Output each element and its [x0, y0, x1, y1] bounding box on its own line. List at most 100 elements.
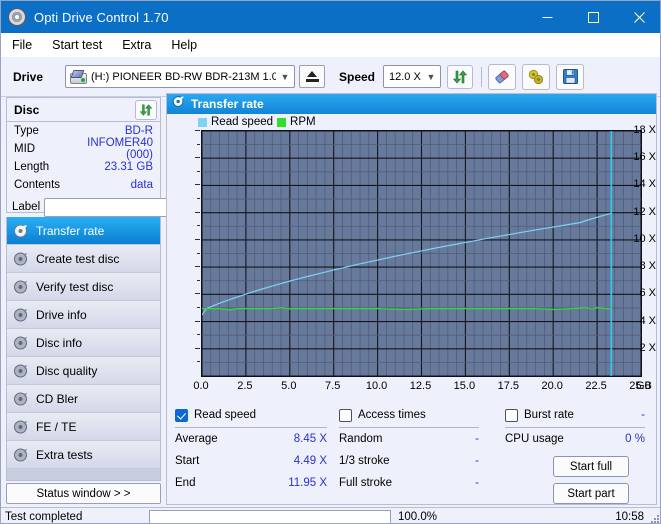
status-time: 10:58	[471, 511, 661, 523]
access-times-label: Access times	[358, 409, 426, 421]
read-speed-checkbox-row[interactable]: Read speed	[175, 406, 327, 424]
y-tick-label: 10 X	[624, 233, 656, 245]
stat-cpu-usage-value: 0 %	[625, 433, 645, 445]
menu-item-help[interactable]: Help	[162, 36, 206, 54]
sidebar-item-transfer-rate[interactable]: Transfer rate	[7, 217, 160, 245]
app-disc-icon	[8, 8, 26, 26]
stat-start: Start 4.49 X	[175, 450, 327, 472]
chart-svg	[202, 131, 641, 376]
settings-button[interactable]	[522, 64, 550, 90]
stat-end: End 11.95 X	[175, 472, 327, 494]
y-tick-mark	[195, 157, 200, 158]
sidebar-item-cd-bler[interactable]: CD Bler	[7, 385, 160, 413]
sidebar-item-label: Disc quality	[36, 364, 97, 378]
disc-test-icon	[13, 419, 29, 435]
maximize-button[interactable]	[570, 1, 616, 33]
disc-row-length: Length 23.31 GB	[7, 158, 160, 176]
x-tick-label: 15.0	[454, 380, 475, 392]
save-button[interactable]	[556, 64, 584, 90]
menu-bar: File Start test Extra Help	[1, 33, 661, 57]
y-tick-mark	[195, 130, 200, 131]
test-nav-list: Transfer rate Create test disc Verify te…	[6, 217, 161, 481]
burst-rate-checkbox-row[interactable]: Burst rate -	[505, 406, 645, 424]
sidebar-item-label: Transfer rate	[36, 224, 104, 238]
drive-toolbar: Drive (H:) PIONEER BD-RW BDR-213M 1.03 ▼…	[1, 57, 661, 97]
stat-average-key: Average	[175, 433, 294, 445]
sidebar-item-fe-te[interactable]: FE / TE	[7, 413, 160, 441]
stat-full-stroke-key: Full stroke	[339, 477, 475, 489]
disc-mid-value: INFOMER40 (000)	[76, 137, 153, 161]
nav-spacer	[7, 469, 160, 480]
menu-item-file[interactable]: File	[3, 36, 41, 54]
status-bar: Test completed 100.0% 10:58	[1, 507, 661, 524]
stat-start-value: 4.49 X	[294, 455, 327, 467]
eject-button[interactable]	[299, 65, 325, 88]
stat-random-value: -	[475, 433, 479, 445]
sidebar-item-disc-info[interactable]: Disc info	[7, 329, 160, 357]
minimize-button[interactable]	[524, 1, 570, 33]
access-times-checkbox-row[interactable]: Access times	[339, 406, 479, 424]
sidebar-item-disc-quality[interactable]: Disc quality	[7, 357, 160, 385]
burst-rate-label: Burst rate	[524, 409, 574, 421]
menu-item-extra[interactable]: Extra	[113, 36, 160, 54]
disc-type-key: Type	[14, 125, 76, 137]
start-full-button[interactable]: Start full	[553, 456, 629, 477]
disc-type-value: BD-R	[76, 125, 153, 137]
y-tick-label: 4 X	[624, 315, 656, 327]
close-button[interactable]	[616, 1, 661, 33]
disc-test-icon	[13, 279, 29, 295]
stats-area: Read speed Average 8.45 X Start 4.49 X E…	[167, 406, 656, 504]
drive-icon	[70, 70, 87, 84]
chart-legend: Read speed RPM	[198, 116, 316, 128]
x-tick-label: 17.5	[498, 380, 519, 392]
menu-item-start-test[interactable]: Start test	[43, 36, 111, 54]
access-times-checkbox[interactable]	[339, 409, 352, 422]
stat-end-key: End	[175, 477, 288, 489]
y-tick-mark	[195, 266, 200, 267]
resize-grip[interactable]	[649, 513, 659, 523]
disc-refresh-button[interactable]	[135, 100, 157, 120]
y-tick-mark	[195, 293, 200, 294]
burst-rate-value: -	[641, 409, 645, 421]
chevron-down-icon: ▼	[422, 72, 440, 82]
stats-column-burst-rate: Burst rate - CPU usage 0 % Start full St…	[505, 406, 645, 504]
progress-bar	[149, 510, 391, 524]
sidebar-item-create-test-disc[interactable]: Create test disc	[7, 245, 160, 273]
disc-test-icon	[13, 223, 29, 239]
window-title: Opti Drive Control 1.70	[34, 10, 524, 25]
panel-title: Transfer rate	[191, 97, 264, 111]
stats-column-access-times: Access times Random - 1/3 stroke - Full …	[339, 406, 479, 494]
sidebar-item-drive-info[interactable]: Drive info	[7, 301, 160, 329]
x-tick-label: 2.5	[237, 380, 252, 392]
stat-third-stroke-key: 1/3 stroke	[339, 455, 475, 467]
drive-select[interactable]: (H:) PIONEER BD-RW BDR-213M 1.03 ▼	[65, 65, 295, 88]
status-window-button[interactable]: Status window > >	[6, 483, 161, 504]
toolbar-separator	[481, 67, 482, 87]
stat-full-stroke-value: -	[475, 477, 479, 489]
disc-mid-key: MID	[14, 143, 76, 155]
y-tick-mark-minor	[197, 334, 200, 335]
speed-select-value: 12.0 X	[384, 71, 422, 83]
speed-select[interactable]: 12.0 X ▼	[383, 65, 441, 88]
erase-button[interactable]	[488, 64, 516, 90]
y-tick-mark	[195, 239, 200, 240]
stat-average: Average 8.45 X	[175, 428, 327, 450]
refresh-button[interactable]	[447, 65, 473, 89]
sidebar-item-verify-test-disc[interactable]: Verify test disc	[7, 273, 160, 301]
disc-test-icon	[13, 363, 29, 379]
x-tick-label: 10.0	[366, 380, 387, 392]
sidebar-item-extra-tests[interactable]: Extra tests	[7, 441, 160, 469]
legend-label-read-speed: Read speed	[211, 116, 273, 128]
stat-third-stroke: 1/3 stroke -	[339, 450, 479, 472]
read-speed-checkbox[interactable]	[175, 409, 188, 422]
refresh-icon	[452, 69, 468, 85]
y-tick-mark-minor	[197, 253, 200, 254]
disc-test-icon	[13, 391, 29, 407]
disc-contents-key: Contents	[14, 179, 76, 191]
status-window-label: Status window > >	[37, 488, 131, 500]
stats-column-read-speed: Read speed Average 8.45 X Start 4.49 X E…	[175, 406, 327, 494]
burst-rate-checkbox[interactable]	[505, 409, 518, 422]
start-part-button[interactable]: Start part	[553, 483, 629, 504]
disc-row-contents: Contents data	[7, 176, 160, 194]
drive-select-value: (H:) PIONEER BD-RW BDR-213M 1.03	[91, 71, 276, 83]
